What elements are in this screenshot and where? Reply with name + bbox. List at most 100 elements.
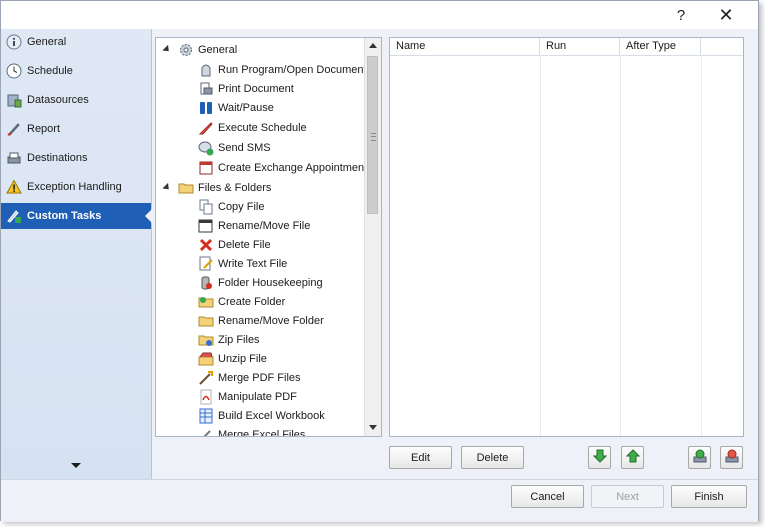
printer-icon xyxy=(5,149,23,167)
tree-item[interactable]: Write Text File xyxy=(198,254,287,273)
tree-item-label: Write Text File xyxy=(218,257,288,270)
tree-item[interactable]: Build Excel Workbook xyxy=(198,406,325,425)
excel-workbook-icon xyxy=(198,408,214,424)
tree-item[interactable]: Merge PDF Files xyxy=(198,368,301,387)
sidebar: General Schedule Datasources Report Dest… xyxy=(1,29,152,479)
scroll-down-icon[interactable] xyxy=(369,425,377,430)
tree-group-files-folders[interactable]: Files & Folders xyxy=(162,178,272,197)
merge-pdf-icon xyxy=(198,370,214,386)
tree-item[interactable]: Manipulate PDF xyxy=(198,387,297,406)
tree-group-label: General xyxy=(198,43,238,56)
tree-item[interactable]: Wait/Pause xyxy=(198,98,274,117)
tree-item-label: Send SMS xyxy=(218,141,271,154)
export-button[interactable] xyxy=(720,446,743,469)
scroll-up-icon[interactable] xyxy=(369,43,377,48)
sidebar-item-label: Report xyxy=(27,123,61,135)
tree-item-label: Build Excel Workbook xyxy=(218,409,325,422)
sidebar-item-report[interactable]: Report xyxy=(1,116,151,142)
delete-icon xyxy=(198,237,214,253)
column-after-type[interactable]: After Type xyxy=(620,38,701,55)
tree-item[interactable]: Print Document xyxy=(198,79,294,98)
column-name[interactable]: Name xyxy=(390,38,540,55)
finish-button[interactable]: Finish xyxy=(671,485,747,508)
tree-item[interactable]: Folder Housekeeping xyxy=(198,273,323,292)
tree-item[interactable]: Send SMS xyxy=(198,138,271,157)
sidebar-item-label: Destinations xyxy=(27,152,88,164)
sidebar-item-label: Custom Tasks xyxy=(27,210,102,222)
sidebar-item-datasources[interactable]: Datasources xyxy=(1,87,151,113)
housekeeping-icon xyxy=(198,275,214,291)
help-button[interactable]: ? xyxy=(663,3,699,27)
folder-icon xyxy=(178,180,194,196)
move-up-button[interactable] xyxy=(621,446,644,469)
sidebar-item-label: Exception Handling xyxy=(27,181,122,193)
tree-item[interactable]: Execute Schedule xyxy=(198,118,307,137)
next-button[interactable]: Next xyxy=(591,485,664,508)
edit-label: Edit xyxy=(411,451,430,464)
create-folder-icon xyxy=(198,294,214,310)
tree-item[interactable]: Zip Files xyxy=(198,330,260,349)
tree-item[interactable]: Create Exchange Appointment xyxy=(198,158,367,177)
sidebar-item-custom-tasks[interactable]: Custom Tasks xyxy=(1,203,152,229)
merge-excel-icon xyxy=(198,427,214,436)
title-bar: ? ✕ xyxy=(1,1,758,29)
close-button[interactable]: ✕ xyxy=(708,3,744,27)
tree-item-label: Execute Schedule xyxy=(218,121,307,134)
tree-item[interactable]: Unzip File xyxy=(198,349,267,368)
tree-item-label: Wait/Pause xyxy=(218,101,274,114)
zip-icon xyxy=(198,332,214,348)
collapse-icon[interactable] xyxy=(162,44,172,55)
tree-item[interactable]: Run Program/Open Document xyxy=(198,60,367,79)
tree-item-label: Zip Files xyxy=(218,333,260,346)
tree-item-label: Folder Housekeeping xyxy=(218,276,323,289)
edit-button[interactable]: Edit xyxy=(389,446,452,469)
scroll-thumb[interactable] xyxy=(367,56,378,214)
import-icon xyxy=(692,448,708,467)
tasks-icon xyxy=(5,207,23,225)
sms-icon xyxy=(198,140,214,156)
tree-group-label: Files & Folders xyxy=(198,181,272,194)
tree-item-label: Delete File xyxy=(218,238,271,251)
finish-label: Finish xyxy=(694,490,724,503)
delete-label: Delete xyxy=(476,451,509,464)
rename-folder-icon xyxy=(198,313,214,329)
tree-item-label: Manipulate PDF xyxy=(218,390,297,403)
pause-icon xyxy=(198,100,214,116)
print-document-icon xyxy=(198,81,214,97)
copy-file-icon xyxy=(198,199,214,215)
collapse-icon[interactable] xyxy=(162,182,172,193)
cancel-button[interactable]: Cancel xyxy=(511,485,584,508)
tree-item-label: Create Exchange Appointment xyxy=(218,161,368,174)
column-extra[interactable] xyxy=(701,38,743,55)
rename-file-icon xyxy=(198,218,214,234)
sidebar-item-destinations[interactable]: Destinations xyxy=(1,145,151,171)
tree-item[interactable]: Create Folder xyxy=(198,292,285,311)
next-label: Next xyxy=(616,490,639,503)
sidebar-item-exception-handling[interactable]: Exception Handling xyxy=(1,174,151,200)
tree-item-label: Rename/Move File xyxy=(218,219,311,232)
task-tree[interactable]: General Run Program/Open Document Print … xyxy=(155,37,382,437)
sidebar-item-schedule[interactable]: Schedule xyxy=(1,58,151,84)
tree-group-general[interactable]: General xyxy=(162,40,238,59)
grid-header: Name Run After Type xyxy=(390,38,743,56)
tree-item-label: Copy File xyxy=(218,200,265,213)
tree-item-label: Merge Excel Files xyxy=(218,428,306,437)
rocket-icon xyxy=(5,120,23,138)
tree-item[interactable]: Delete File xyxy=(198,235,271,254)
move-down-button[interactable] xyxy=(588,446,611,469)
delete-button[interactable]: Delete xyxy=(461,446,524,469)
tree-item[interactable]: Merge Excel Files xyxy=(198,425,306,437)
import-button[interactable] xyxy=(688,446,711,469)
tree-item-label: Run Program/Open Document xyxy=(218,63,367,76)
custom-tasks-grid[interactable]: Name Run After Type xyxy=(389,37,744,437)
tree-item-label: Rename/Move Folder xyxy=(218,314,324,327)
tree-item[interactable]: Rename/Move Folder xyxy=(198,311,324,330)
warning-icon xyxy=(5,178,23,196)
column-run[interactable]: Run xyxy=(540,38,620,55)
tree-scrollbar[interactable] xyxy=(364,38,381,436)
tree-item[interactable]: Copy File xyxy=(198,197,264,216)
tree-item[interactable]: Rename/Move File xyxy=(198,216,310,235)
tree-item-label: Merge PDF Files xyxy=(218,371,301,384)
sidebar-scroll-down-icon[interactable] xyxy=(71,463,81,468)
sidebar-item-general[interactable]: General xyxy=(1,29,151,55)
